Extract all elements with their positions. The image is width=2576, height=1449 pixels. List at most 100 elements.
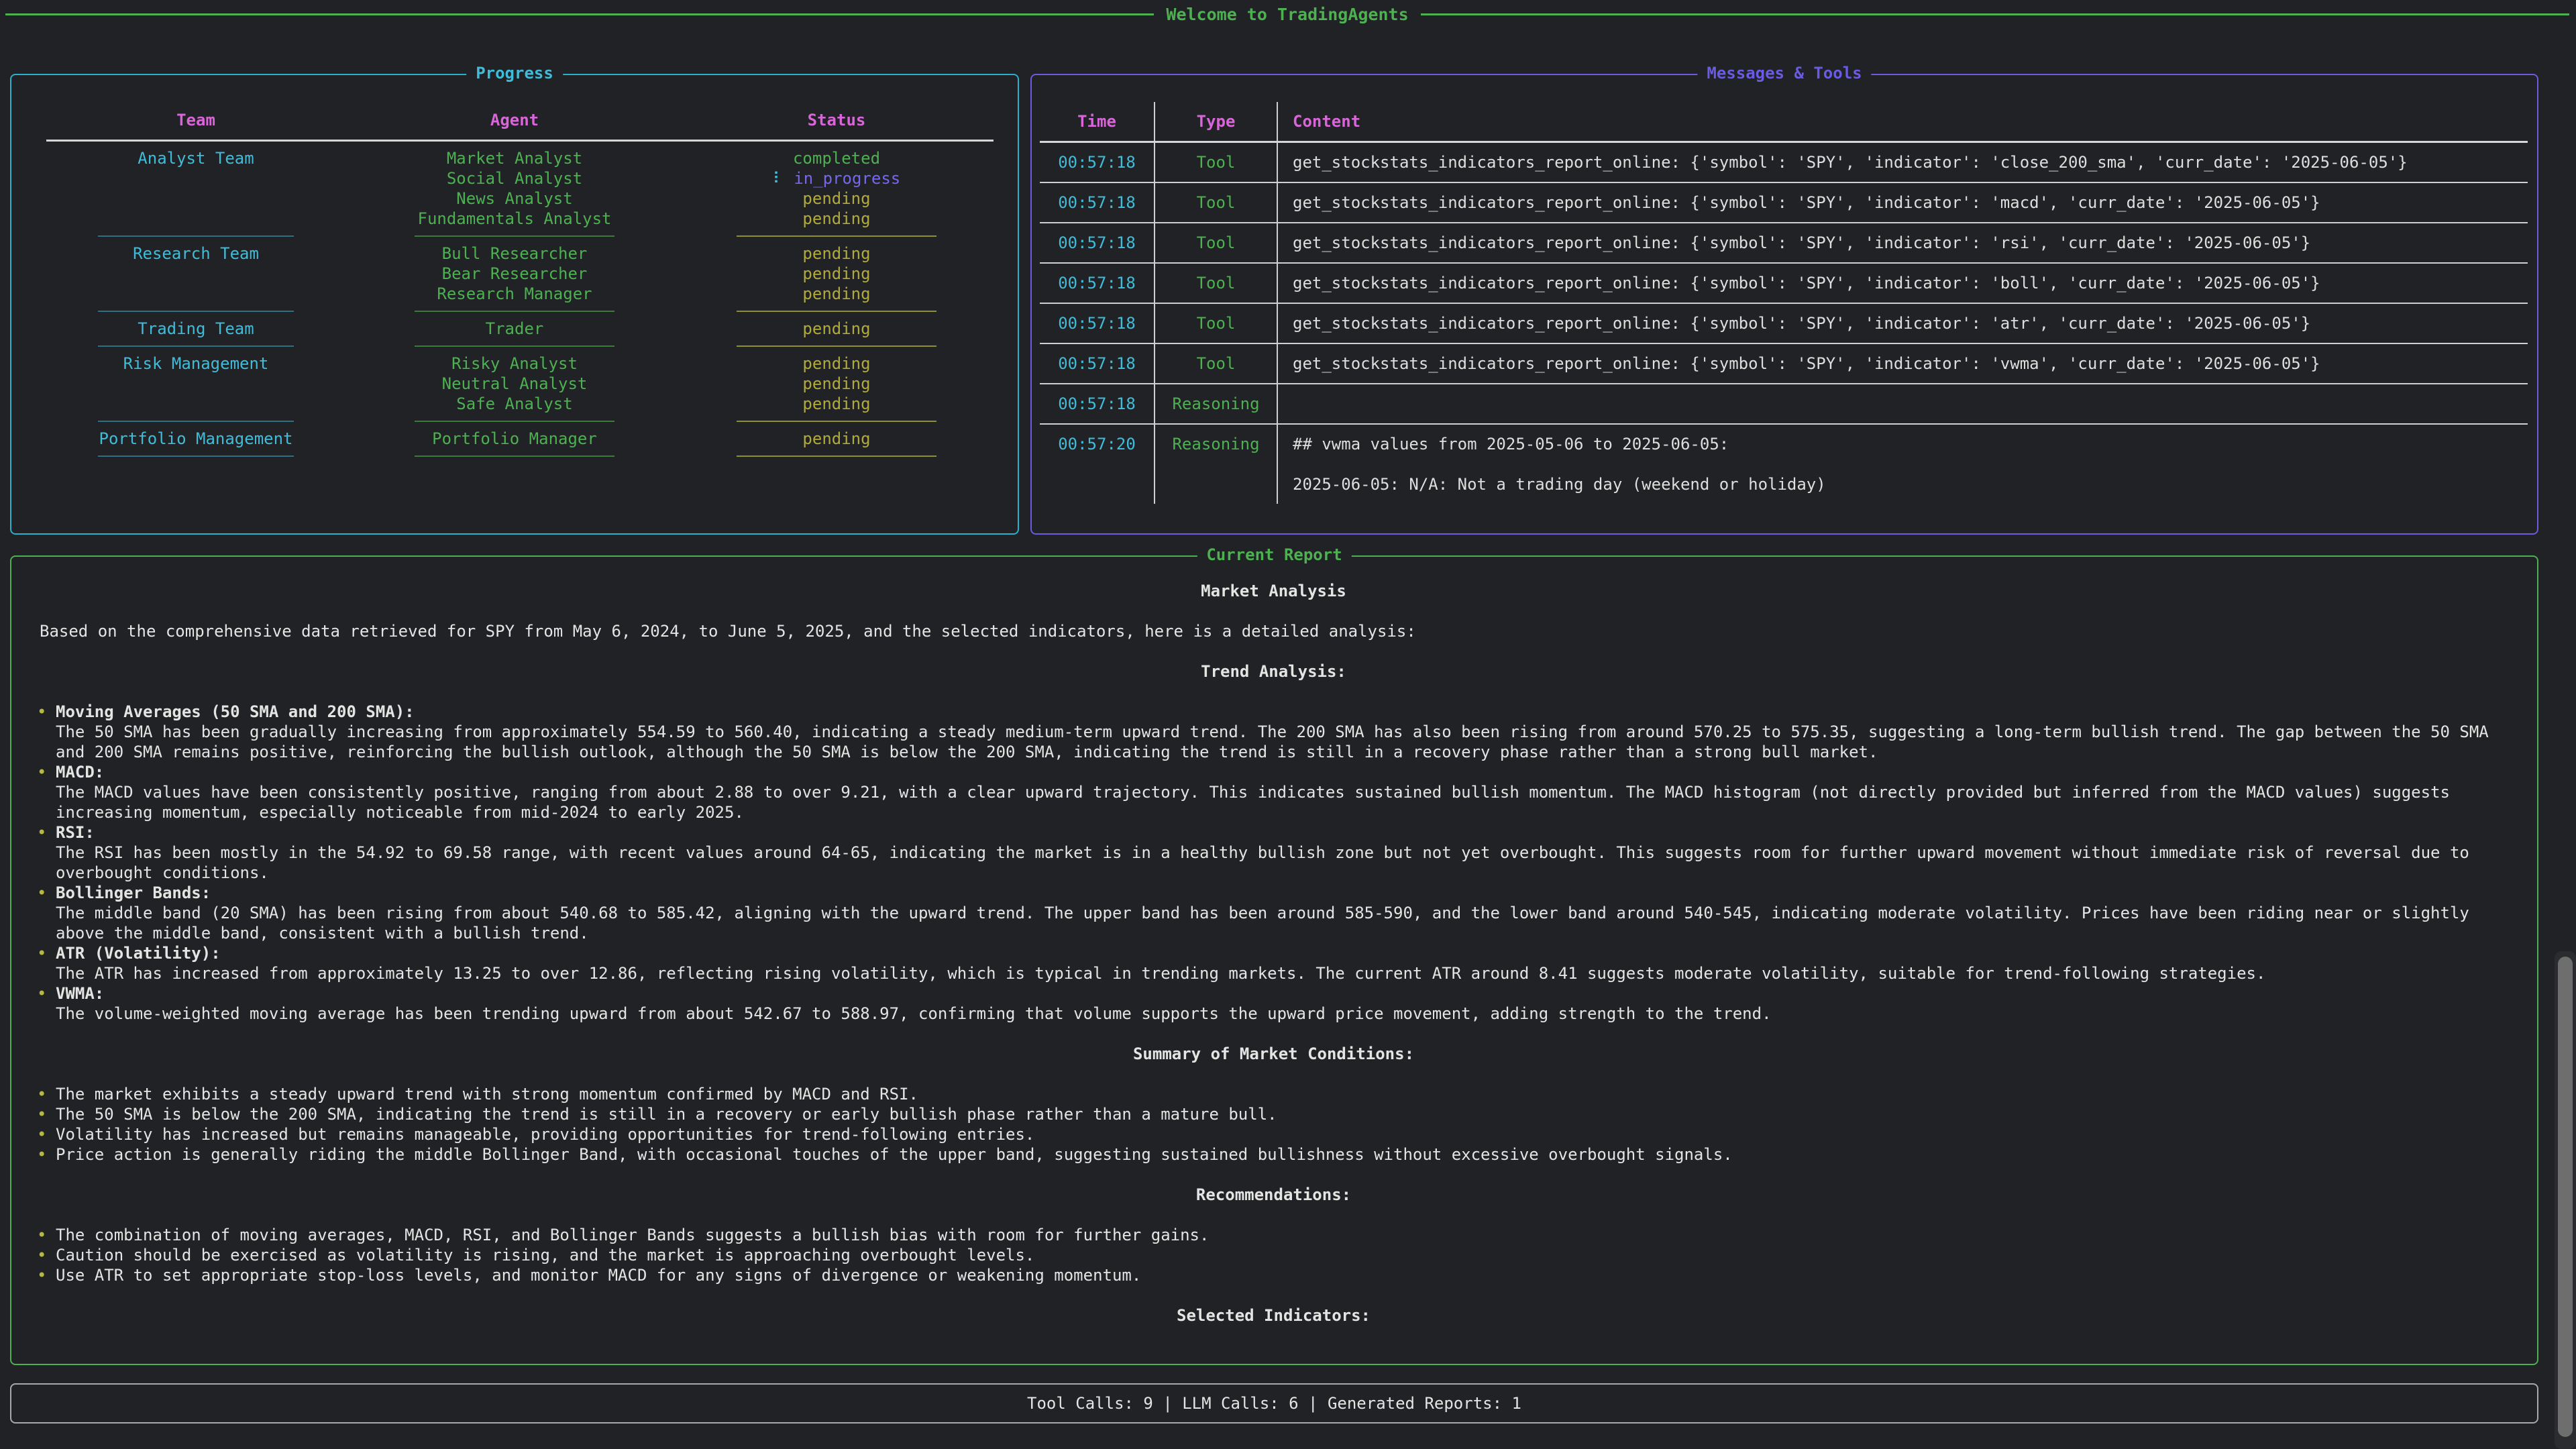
agent-name: Social Analyst — [354, 168, 676, 189]
report-bullet-item: •Moving Averages (50 SMA and 200 SMA):Th… — [30, 702, 2517, 762]
agent-name: Neutral Analyst — [354, 374, 676, 394]
progress-row: Analyst TeamMarket Analystcompleted — [11, 148, 1018, 168]
message-type: Tool — [1154, 304, 1278, 343]
rule-line-right — [1421, 13, 2569, 15]
status-badge: pending — [676, 284, 998, 304]
message-type: Tool — [1154, 223, 1278, 262]
report-bullet-item: •The combination of moving averages, MAC… — [30, 1225, 2517, 1245]
agent-name: News Analyst — [354, 189, 676, 209]
report-body: Market Analysis Based on the comprehensi… — [11, 557, 2537, 1326]
team-name — [38, 284, 354, 304]
message-content — [1278, 384, 2528, 423]
agent-name: Safe Analyst — [354, 394, 676, 414]
stats-text: Tool Calls: 9 | LLM Calls: 6 | Generated… — [1027, 1394, 1521, 1413]
bullet-title: MACD: — [56, 763, 104, 782]
rule-line-left — [5, 13, 1154, 15]
group-separator — [11, 414, 1018, 429]
report-bullet-item: •Price action is generally riding the mi… — [30, 1144, 2517, 1165]
message-type: Tool — [1154, 264, 1278, 303]
report-intro: Based on the comprehensive data retrieve… — [30, 621, 2517, 641]
report-bullet-item: •Bollinger Bands:The middle band (20 SMA… — [30, 883, 2517, 943]
message-row: 00:57:18Toolget_stockstats_indicators_re… — [1040, 303, 2528, 343]
report-bullet-item: •Use ATR to set appropriate stop-loss le… — [30, 1265, 2517, 1285]
report-section-heading: Summary of Market Conditions: — [30, 1044, 2517, 1064]
progress-row: Portfolio ManagementPortfolio Managerpen… — [11, 429, 1018, 449]
column-header-team: Team — [38, 110, 354, 130]
team-name: Portfolio Management — [38, 429, 354, 449]
bullet-icon: • — [37, 1104, 46, 1124]
bullet-title: Moving Averages (50 SMA and 200 SMA): — [56, 702, 415, 721]
message-row: 00:57:18Toolget_stockstats_indicators_re… — [1040, 262, 2528, 303]
bullet-title: RSI: — [56, 823, 95, 842]
progress-row: Trading TeamTraderpending — [11, 319, 1018, 339]
bullet-icon: • — [37, 1225, 46, 1245]
bullet-icon: • — [37, 1265, 46, 1285]
agent-name: Risky Analyst — [354, 354, 676, 374]
agent-name: Portfolio Manager — [354, 429, 676, 449]
bullet-icon: • — [37, 883, 46, 903]
progress-table-header: Team Agent Status — [11, 75, 1018, 130]
team-name — [38, 264, 354, 284]
progress-row: Risk ManagementRisky Analystpending — [11, 354, 1018, 374]
message-type: Tool — [1154, 143, 1278, 182]
current-report-panel: Current Report Market Analysis Based on … — [10, 555, 2538, 1365]
progress-row: Neutral Analystpending — [11, 374, 1018, 394]
bullet-title: Bollinger Bands: — [56, 883, 211, 902]
status-badge: pending — [676, 189, 998, 209]
report-bullet-item: •MACD:The MACD values have been consiste… — [30, 762, 2517, 822]
scrollbar-thumb[interactable] — [2558, 957, 2573, 1437]
message-row: 00:57:18Toolget_stockstats_indicators_re… — [1040, 182, 2528, 222]
status-badge: completed — [676, 148, 998, 168]
message-row: 00:57:18Toolget_stockstats_indicators_re… — [1040, 343, 2528, 383]
spinner-icon: ⠇ — [773, 169, 785, 188]
message-time: 00:57:18 — [1040, 143, 1154, 182]
group-separator — [11, 339, 1018, 354]
team-name: Analyst Team — [38, 148, 354, 168]
message-type: Reasoning — [1154, 425, 1278, 504]
agent-name: Bull Researcher — [354, 244, 676, 264]
column-header-content: Content — [1278, 102, 2528, 141]
group-separator — [11, 229, 1018, 244]
message-content: get_stockstats_indicators_report_online:… — [1278, 344, 2528, 383]
progress-row: Bear Researcherpending — [11, 264, 1018, 284]
status-badge: pending — [676, 429, 998, 449]
agent-name: Bear Researcher — [354, 264, 676, 284]
bullet-icon: • — [37, 702, 46, 722]
report-bullet-item: •RSI:The RSI has been mostly in the 54.9… — [30, 822, 2517, 883]
report-section-heading: Trend Analysis: — [30, 661, 2517, 682]
message-row: 00:57:18Toolget_stockstats_indicators_re… — [1040, 143, 2528, 182]
bullet-icon: • — [37, 762, 46, 782]
column-header-type: Type — [1154, 102, 1278, 141]
agent-name: Trader — [354, 319, 676, 339]
progress-panel-title: Progress — [466, 64, 563, 83]
status-badge: pending — [676, 374, 998, 394]
bullet-title: ATR (Volatility): — [56, 944, 221, 963]
report-heading: Market Analysis — [30, 581, 2517, 601]
status-badge: pending — [676, 394, 998, 414]
group-separator — [11, 304, 1018, 319]
report-bullet-list: •The market exhibits a steady upward tre… — [30, 1084, 2517, 1165]
stats-bar: Tool Calls: 9 | LLM Calls: 6 | Generated… — [10, 1383, 2538, 1424]
report-bullet-list: •The combination of moving averages, MAC… — [30, 1225, 2517, 1285]
report-bullet-list: •Moving Averages (50 SMA and 200 SMA):Th… — [30, 702, 2517, 1024]
messages-table-header: Time Type Content — [1040, 102, 2528, 143]
report-bullet-item: •The market exhibits a steady upward tre… — [30, 1084, 2517, 1104]
agent-name: Fundamentals Analyst — [354, 209, 676, 229]
column-header-agent: Agent — [354, 110, 676, 130]
team-name — [38, 168, 354, 189]
message-content: ## vwma values from 2025-05-06 to 2025-0… — [1278, 425, 2528, 504]
message-time: 00:57:18 — [1040, 264, 1154, 303]
message-time: 00:57:20 — [1040, 425, 1154, 504]
bullet-icon: • — [37, 943, 46, 963]
team-name — [38, 189, 354, 209]
bullet-title: VWMA: — [56, 984, 104, 1003]
column-header-status: Status — [676, 110, 998, 130]
report-bullet-item: •VWMA:The volume-weighted moving average… — [30, 983, 2517, 1024]
progress-panel: Progress Team Agent Status Analyst TeamM… — [10, 74, 1019, 535]
bullet-icon: • — [37, 1144, 46, 1165]
team-name: Trading Team — [38, 319, 354, 339]
progress-row: Social Analyst⠇in_progress — [11, 168, 1018, 189]
message-type: Tool — [1154, 183, 1278, 222]
message-time: 00:57:18 — [1040, 344, 1154, 383]
welcome-header: Welcome to TradingAgents — [5, 4, 2569, 24]
